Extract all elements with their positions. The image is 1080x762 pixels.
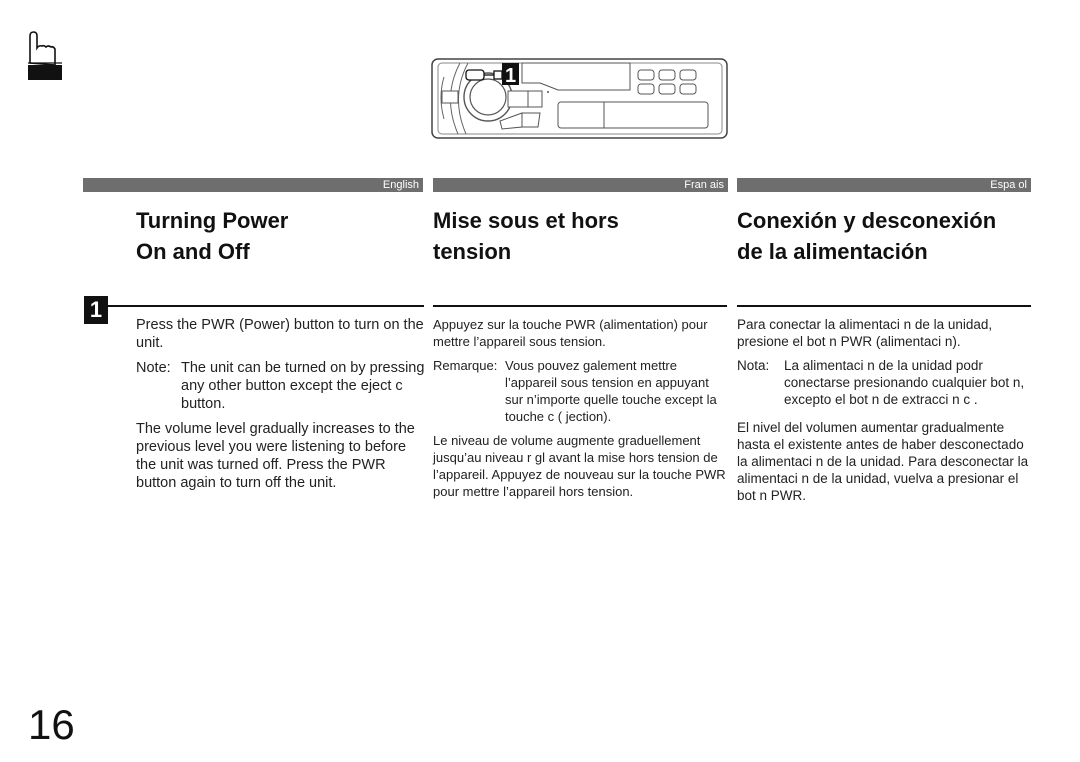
language-label: English bbox=[382, 179, 419, 191]
note-label: Nota: bbox=[737, 358, 770, 373]
instruction-paragraph: Appuyez sur la touche PWR (alimentation)… bbox=[433, 317, 708, 349]
column-spanish: Para conectar la alimentaci n de la unid… bbox=[737, 316, 1033, 511]
language-label: Espa ol bbox=[990, 179, 1027, 191]
title-line: Mise sous et hors bbox=[433, 208, 619, 233]
note-text: The unit can be turned on by pressing an… bbox=[181, 360, 425, 412]
title-line: de la alimentación bbox=[737, 239, 928, 264]
note-label: Note: bbox=[136, 360, 171, 376]
column-french: Appuyez sur la touche PWR (alimentation)… bbox=[433, 316, 729, 507]
column-english: Press the PWR (Power) button to turn on … bbox=[136, 316, 426, 499]
note: Remarque: Vous pouvez galement mettre l’… bbox=[433, 357, 729, 425]
language-bar-spanish: Espa ol bbox=[737, 178, 1031, 192]
title-line: tension bbox=[433, 239, 512, 264]
note-text: Vous pouvez galement mettre l’appareil s… bbox=[505, 358, 717, 424]
instruction-paragraph: Para conectar la alimentaci n de la unid… bbox=[737, 317, 993, 349]
section-title-english: Turning Power On and Off bbox=[136, 205, 288, 267]
body-paragraph: Le niveau de volume augmente graduelleme… bbox=[433, 433, 726, 499]
title-line: Turning Power bbox=[136, 208, 289, 233]
instruction-paragraph: Press the PWR (Power) button to turn on … bbox=[136, 317, 424, 351]
body-paragraph: The volume level gradually increases to … bbox=[136, 421, 415, 491]
language-bar-french: Fran ais bbox=[433, 178, 728, 192]
language-label: Fran ais bbox=[684, 179, 724, 191]
note-label: Remarque: bbox=[433, 358, 498, 373]
title-line: On and Off bbox=[136, 239, 250, 264]
note: Note: The unit can be turned on by press… bbox=[136, 359, 426, 413]
body-paragraph: El nivel del volumen aumentar gradualmen… bbox=[737, 420, 1029, 503]
section-title-spanish: Conexión y desconexión de la alimentació… bbox=[737, 205, 996, 267]
section-title-french: Mise sous et hors tension bbox=[433, 205, 619, 267]
note: Nota: La alimentaci n de la unidad podr … bbox=[737, 357, 1033, 408]
divider-rule bbox=[433, 305, 727, 307]
pointing-hand-icon bbox=[24, 28, 66, 84]
car-stereo-illustration: 1 bbox=[430, 57, 730, 141]
title-line: Conexión y desconexión bbox=[737, 208, 997, 233]
page-number: 16 bbox=[28, 701, 75, 748]
note-text: La alimentaci n de la unidad podr conect… bbox=[784, 358, 1025, 407]
divider-rule bbox=[737, 305, 1031, 307]
divider-rule bbox=[108, 305, 424, 307]
step-number-badge: 1 bbox=[84, 296, 108, 324]
language-bar-english: English bbox=[83, 178, 423, 192]
callout-number: 1 bbox=[505, 65, 516, 87]
